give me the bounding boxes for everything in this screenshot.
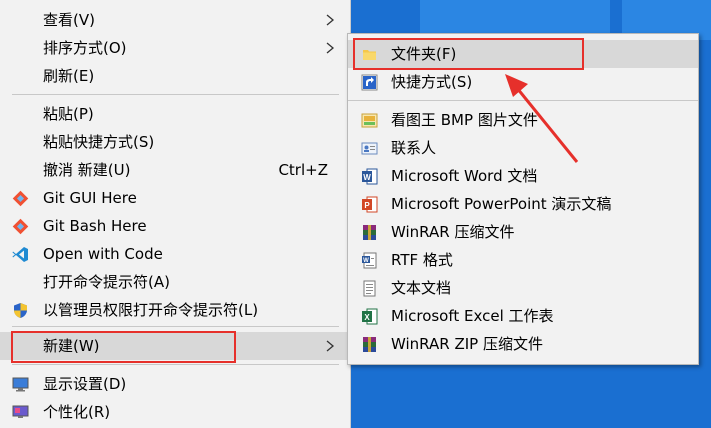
menu-item-label: 刷新(E) xyxy=(43,67,95,85)
menu-item-label: Git Bash Here xyxy=(43,217,147,235)
menu-item-label: 排序方式(O) xyxy=(43,39,127,57)
menu-item-personalize[interactable]: 个性化(R) xyxy=(0,398,349,426)
vscode-icon xyxy=(12,247,28,262)
winrar-zip-icon xyxy=(363,337,376,352)
desktop-context-menu: 查看(V) 排序方式(O) 刷新(E) 粘贴(P) 粘贴快捷方式(S) 撤消 新… xyxy=(0,0,351,428)
submenu-item-powerpoint[interactable]: P Microsoft PowerPoint 演示文稿 xyxy=(348,190,698,218)
submenu-item-label: 文本文档 xyxy=(391,279,452,297)
menu-item-label: 显示设置(D) xyxy=(43,375,127,393)
submenu-item-label: WinRAR 压缩文件 xyxy=(391,223,515,241)
menu-item-open-with-code[interactable]: Open with Code xyxy=(0,240,349,268)
submenu-item-label: 联系人 xyxy=(391,139,437,157)
svg-text:W: W xyxy=(363,173,371,182)
menu-item-view[interactable]: 查看(V) xyxy=(0,6,349,34)
chevron-right-icon xyxy=(326,42,335,54)
bmp-image-icon xyxy=(361,113,378,128)
shortcut-icon xyxy=(361,74,378,91)
menu-item-label: 打开命令提示符(A) xyxy=(43,273,170,291)
text-doc-icon xyxy=(363,280,376,297)
uac-shield-icon xyxy=(14,303,27,318)
menu-item-open-cmd-admin[interactable]: 以管理员权限打开命令提示符(L) xyxy=(0,296,349,324)
annotation-box-new xyxy=(11,331,236,363)
submenu-item-winrar[interactable]: WinRAR 压缩文件 xyxy=(348,218,698,246)
chevron-right-icon xyxy=(326,340,335,352)
menu-item-shortcut: Ctrl+Z xyxy=(278,161,328,179)
chevron-right-icon xyxy=(326,14,335,26)
word-icon: W xyxy=(362,168,378,185)
submenu-item-rtf[interactable]: W RTF 格式 xyxy=(348,246,698,274)
git-bash-icon xyxy=(12,218,29,235)
submenu-item-label: Microsoft PowerPoint 演示文稿 xyxy=(391,195,612,213)
rtf-icon: W xyxy=(362,252,377,269)
menu-item-paste[interactable]: 粘贴(P) xyxy=(0,100,349,128)
menu-item-refresh[interactable]: 刷新(E) xyxy=(0,62,349,90)
menu-separator xyxy=(12,94,339,95)
menu-separator xyxy=(12,364,339,365)
menu-item-label: Git GUI Here xyxy=(43,189,137,207)
display-settings-icon xyxy=(12,377,29,392)
menu-item-label: 粘贴快捷方式(S) xyxy=(43,133,155,151)
submenu-item-winrar-zip[interactable]: WinRAR ZIP 压缩文件 xyxy=(348,330,698,358)
menu-item-label: Open with Code xyxy=(43,245,163,263)
submenu-item-excel[interactable]: X Microsoft Excel 工作表 xyxy=(348,302,698,330)
menu-item-display-settings[interactable]: 显示设置(D) xyxy=(0,370,349,398)
menu-separator xyxy=(12,326,339,327)
contact-icon xyxy=(361,142,378,155)
annotation-box-folder xyxy=(353,38,584,70)
menu-item-label: 粘贴(P) xyxy=(43,105,94,123)
svg-text:X: X xyxy=(364,313,370,322)
submenu-item-text-doc[interactable]: 文本文档 xyxy=(348,274,698,302)
submenu-item-label: 快捷方式(S) xyxy=(391,73,473,91)
menu-item-sort-by[interactable]: 排序方式(O) xyxy=(0,34,349,62)
menu-item-git-bash[interactable]: Git Bash Here xyxy=(0,212,349,240)
powerpoint-icon: P xyxy=(362,196,378,213)
menu-item-label: 个性化(R) xyxy=(43,403,111,421)
git-gui-icon xyxy=(12,190,29,207)
submenu-item-label: Microsoft Excel 工作表 xyxy=(391,307,554,325)
excel-icon: X xyxy=(362,308,378,325)
menu-item-undo-new[interactable]: 撤消 新建(U) Ctrl+Z xyxy=(0,156,349,184)
submenu-item-label: WinRAR ZIP 压缩文件 xyxy=(391,335,543,353)
menu-item-label: 撤消 新建(U) xyxy=(43,161,131,179)
submenu-item-label: RTF 格式 xyxy=(391,251,453,269)
menu-item-git-gui[interactable]: Git GUI Here xyxy=(0,184,349,212)
menu-item-paste-shortcut[interactable]: 粘贴快捷方式(S) xyxy=(0,128,349,156)
menu-item-label: 查看(V) xyxy=(43,11,95,29)
svg-text:P: P xyxy=(364,201,370,210)
personalize-icon xyxy=(12,405,29,418)
annotation-arrow-icon xyxy=(505,74,579,163)
winrar-icon xyxy=(363,225,376,240)
svg-text:W: W xyxy=(363,258,369,264)
menu-item-open-cmd[interactable]: 打开命令提示符(A) xyxy=(0,268,349,296)
menu-item-label: 以管理员权限打开命令提示符(L) xyxy=(43,301,259,319)
